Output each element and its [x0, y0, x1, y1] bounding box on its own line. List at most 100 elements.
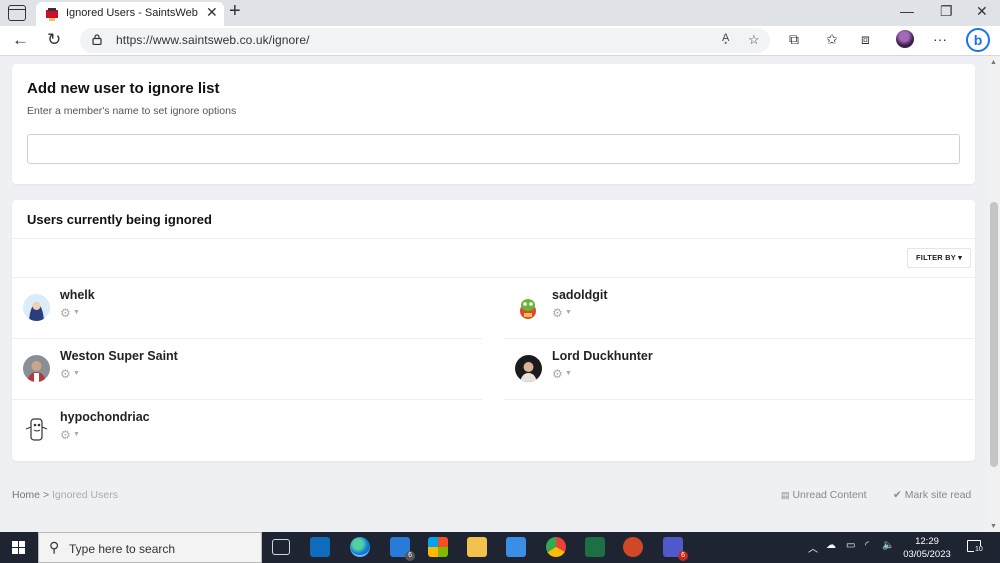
- divider: [12, 338, 482, 339]
- mark-site-read-link[interactable]: ✔ Mark site read: [893, 489, 971, 501]
- show-hidden-icons-icon[interactable]: ︿: [808, 540, 818, 555]
- breadcrumb: Home > Ignored Users: [12, 489, 118, 501]
- profile-avatar[interactable]: [896, 30, 914, 48]
- company-portal-icon[interactable]: [506, 537, 526, 557]
- gear-icon: ⚙: [552, 306, 563, 320]
- avatar[interactable]: [23, 294, 50, 321]
- search-icon: ⚲: [49, 539, 60, 555]
- tab-actions-icon[interactable]: [8, 5, 26, 21]
- breadcrumb-current: Ignored Users: [52, 489, 118, 501]
- tab-close-icon[interactable]: ✕: [206, 4, 218, 21]
- avatar[interactable]: [515, 294, 542, 321]
- avatar[interactable]: [515, 355, 542, 382]
- tab-ignored-users[interactable]: Ignored Users - SaintsWeb ✕: [36, 2, 224, 26]
- scroll-up-icon[interactable]: ▲: [990, 59, 997, 66]
- user-options-menu[interactable]: ⚙ ▼: [60, 306, 82, 321]
- file-explorer-icon[interactable]: [467, 537, 487, 557]
- tab-title: Ignored Users - SaintsWeb: [66, 7, 198, 19]
- extensions-icon[interactable]: ⧉: [789, 31, 799, 48]
- avatar[interactable]: [23, 355, 50, 382]
- breadcrumb-home-link[interactable]: Home: [12, 489, 40, 501]
- teams-badge: 6: [678, 551, 688, 561]
- ignored-user-item: Weston Super Saint ⚙ ▼: [12, 340, 482, 400]
- teams-icon[interactable]: 6: [663, 537, 688, 561]
- page-scrollbar[interactable]: ▲ ▼: [988, 57, 1000, 532]
- favorite-add-icon[interactable]: ☆: [748, 32, 760, 48]
- ignored-user-item: hypochondriac ⚙ ▼: [12, 401, 482, 461]
- read-aloud-icon[interactable]: A͓: [722, 32, 729, 44]
- avatar[interactable]: [23, 416, 50, 443]
- wifi-icon[interactable]: ◜: [865, 540, 869, 551]
- outlook-badge: 6: [405, 551, 415, 561]
- scroll-thumb[interactable]: [990, 202, 998, 467]
- windows-start-icon[interactable]: [12, 541, 25, 554]
- bing-icon[interactable]: b: [966, 28, 990, 52]
- chevron-down-icon: ▼: [565, 370, 572, 377]
- user-options-menu[interactable]: ⚙ ▼: [552, 367, 574, 382]
- user-name[interactable]: Lord Duckhunter: [552, 349, 653, 363]
- user-options-menu[interactable]: ⚙ ▼: [60, 367, 82, 382]
- divider: [504, 399, 974, 400]
- page-content: Add new user to ignore list Enter a memb…: [0, 57, 988, 532]
- notification-count: 10: [974, 546, 984, 553]
- chevron-down-icon: ▼: [73, 370, 80, 377]
- chrome-icon[interactable]: [546, 537, 566, 557]
- member-name-input[interactable]: [27, 134, 960, 164]
- unread-content-link[interactable]: ▤ Unread Content: [781, 489, 867, 501]
- gear-icon: ⚙: [60, 306, 71, 320]
- mark-site-read-label: Mark site read: [904, 489, 972, 501]
- taskbar-search-placeholder: Type here to search: [69, 542, 176, 556]
- clock-time: 12:29: [915, 536, 939, 547]
- user-name[interactable]: whelk: [60, 288, 95, 302]
- user-name[interactable]: sadoldgit: [552, 288, 608, 302]
- mail-icon[interactable]: 6: [390, 537, 415, 561]
- filter-by-button[interactable]: FILTER BY ▾: [907, 248, 972, 268]
- divider: [504, 338, 974, 339]
- onedrive-icon[interactable]: ☁: [826, 540, 836, 551]
- divider: [12, 399, 482, 400]
- add-user-subtitle: Enter a member's name to set ignore opti…: [27, 105, 237, 117]
- system-clock[interactable]: 12:29 03/05/2023: [897, 535, 957, 561]
- add-user-card: Add new user to ignore list Enter a memb…: [12, 64, 975, 184]
- address-bar[interactable]: https://www.saintsweb.co.uk/ignore/ A͓ ☆: [80, 28, 770, 53]
- excel-icon[interactable]: [585, 537, 605, 557]
- battery-icon[interactable]: ▭: [846, 540, 855, 551]
- ignored-user-item: Lord Duckhunter ⚙ ▼: [504, 340, 974, 400]
- powerpoint-icon[interactable]: [623, 537, 643, 557]
- scroll-down-icon[interactable]: ▼: [990, 523, 997, 530]
- window-close-icon[interactable]: ✕: [976, 3, 988, 20]
- restore-icon[interactable]: ❐: [940, 3, 953, 20]
- divider: [12, 238, 975, 239]
- chevron-down-icon: ▼: [565, 309, 572, 316]
- url-text[interactable]: https://www.saintsweb.co.uk/ignore/: [116, 33, 310, 47]
- back-icon[interactable]: ←: [12, 30, 29, 50]
- task-view-icon[interactable]: [272, 539, 290, 555]
- outlook-icon[interactable]: [310, 537, 330, 557]
- unread-content-icon: ▤: [781, 490, 790, 500]
- unread-content-label: Unread Content: [792, 489, 867, 501]
- refresh-icon[interactable]: ↻: [47, 30, 61, 50]
- breadcrumb-separator: >: [42, 489, 50, 501]
- volume-icon[interactable]: 🔈: [882, 540, 894, 551]
- collections-icon[interactable]: ⧈: [861, 31, 870, 48]
- user-options-menu[interactable]: ⚙ ▼: [60, 428, 82, 443]
- user-name[interactable]: hypochondriac: [60, 410, 150, 424]
- new-tab-icon[interactable]: +: [229, 0, 241, 23]
- gear-icon: ⚙: [60, 428, 71, 442]
- edge-icon[interactable]: [350, 537, 370, 557]
- clock-date: 03/05/2023: [903, 549, 951, 560]
- user-name[interactable]: Weston Super Saint: [60, 349, 178, 363]
- favorites-icon[interactable]: ✩: [826, 31, 838, 48]
- browser-toolbar: ← ↻ https://www.saintsweb.co.uk/ignore/ …: [0, 26, 1000, 56]
- checkmark-icon: ✔: [893, 489, 902, 501]
- lock-icon: [92, 34, 102, 45]
- browser-tab-bar: Ignored Users - SaintsWeb ✕ + — ❐ ✕: [0, 0, 1000, 26]
- gear-icon: ⚙: [60, 367, 71, 381]
- saintsweb-favicon-icon: [46, 8, 58, 21]
- taskbar-search-box[interactable]: ⚲ Type here to search: [38, 532, 262, 563]
- user-options-menu[interactable]: ⚙ ▼: [552, 306, 574, 321]
- more-menu-icon[interactable]: ···: [933, 31, 947, 47]
- minimize-icon[interactable]: —: [900, 3, 914, 19]
- add-user-title: Add new user to ignore list: [27, 80, 220, 97]
- store-icon[interactable]: [428, 537, 448, 557]
